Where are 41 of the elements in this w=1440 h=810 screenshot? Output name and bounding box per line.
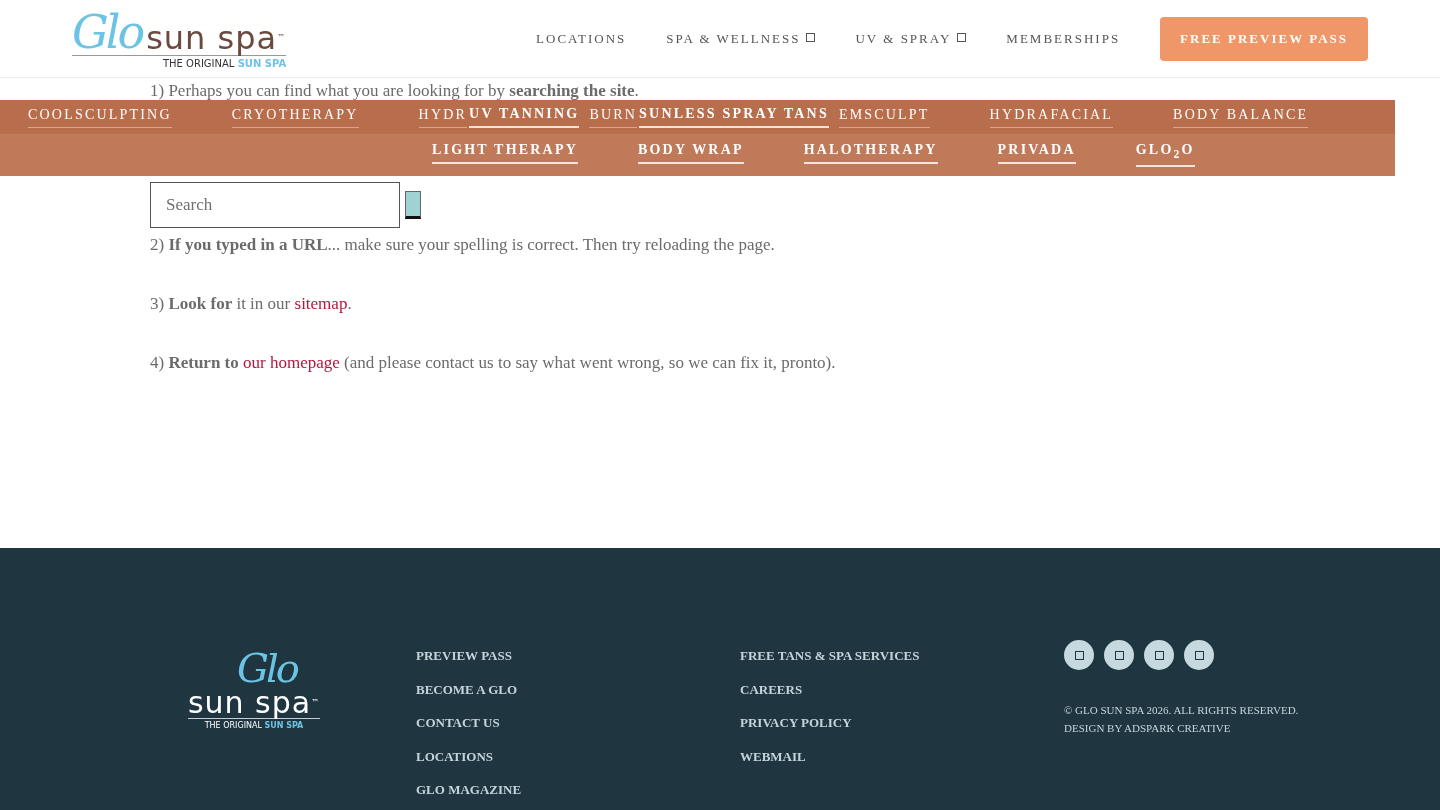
paragraph: 1) Perhaps you can find what you are looking for by searching the site. xyxy=(150,80,640,100)
logo-wordmark[interactable]: sun spa$^{™}$ xyxy=(146,20,287,55)
social-icon-button[interactable] xyxy=(1104,640,1134,670)
search-button[interactable] xyxy=(405,191,421,219)
logo-tagline: THE ORIGINAL SUN SPA xyxy=(204,720,304,730)
copyright-text: © GLO SUN SPA 2026. ALL RIGHTS RESERVED. xyxy=(1064,703,1299,718)
paragraph: 3) Look for it in our sitemap. xyxy=(150,295,353,313)
social-icon-button[interactable] xyxy=(1144,640,1174,670)
footer-link[interactable]: WEBMAIL xyxy=(740,748,1064,764)
menu-link[interactable]: BURN xyxy=(589,106,638,128)
footer-link[interactable]: FREE TANS & SPA SERVICES xyxy=(740,648,1064,663)
nav-link[interactable]: LOCATIONS xyxy=(536,30,627,47)
logo-wordmark[interactable]: sun spa$^{™}$ xyxy=(187,688,321,718)
footer-link[interactable]: CAREERS xyxy=(740,681,1064,697)
menu-link[interactable]: COOLSCULPTING xyxy=(28,106,172,128)
menu-link[interactable]: SUNLESS SPRAY TANS xyxy=(639,106,829,128)
nav-link[interactable]: UV & SPRAY xyxy=(855,30,967,47)
social-icon-button[interactable] xyxy=(1064,640,1094,670)
menu-link[interactable]: UV TANNING xyxy=(469,106,580,128)
footer-link[interactable]: GLO MAGAZINE xyxy=(416,782,740,797)
text-link[interactable]: our homepage xyxy=(243,353,340,372)
footer-link[interactable]: PREVIEW PASS xyxy=(416,648,740,663)
social-icon-button[interactable] xyxy=(1184,640,1214,670)
footer-link[interactable]: CONTACT US xyxy=(416,715,740,730)
text-link[interactable]: sitemap xyxy=(294,294,348,313)
nav-link[interactable]: MEMBERSHIPS xyxy=(1006,30,1121,47)
menu-link[interactable]: HYDR xyxy=(418,106,468,128)
footer-link[interactable]: BECOME A GLO xyxy=(416,681,740,697)
menu-link[interactable]: BODY BALANCE xyxy=(1173,106,1309,128)
menu-link[interactable]: EMSCULPT xyxy=(838,106,930,128)
credit-text: DESIGN BY ADSPARK CREATIVE xyxy=(1064,721,1232,736)
footer-link[interactable]: LOCATIONS xyxy=(416,748,740,764)
footer-link[interactable]: PRIVACY POLICY xyxy=(740,715,1064,730)
paragraph: 2) If you typed in a URL... make sure your spelling is correct. Then try reloading the page. xyxy=(150,236,776,254)
nav-link[interactable]: SPA & WELLNESS xyxy=(666,30,816,47)
paragraph: 4) Return to our homepage (and please contact us to say what went wrong, so we can fix it, pronto). xyxy=(150,354,837,372)
menu-link[interactable]: HYDRAFACIAL xyxy=(989,106,1114,128)
search-field[interactable]: Search xyxy=(150,182,400,228)
logo-script[interactable]: Glo xyxy=(237,648,297,688)
menu-link[interactable]: CRYOTHERAPY xyxy=(231,106,359,128)
logo-tagline: THE ORIGINAL SUN SPA xyxy=(162,56,287,69)
